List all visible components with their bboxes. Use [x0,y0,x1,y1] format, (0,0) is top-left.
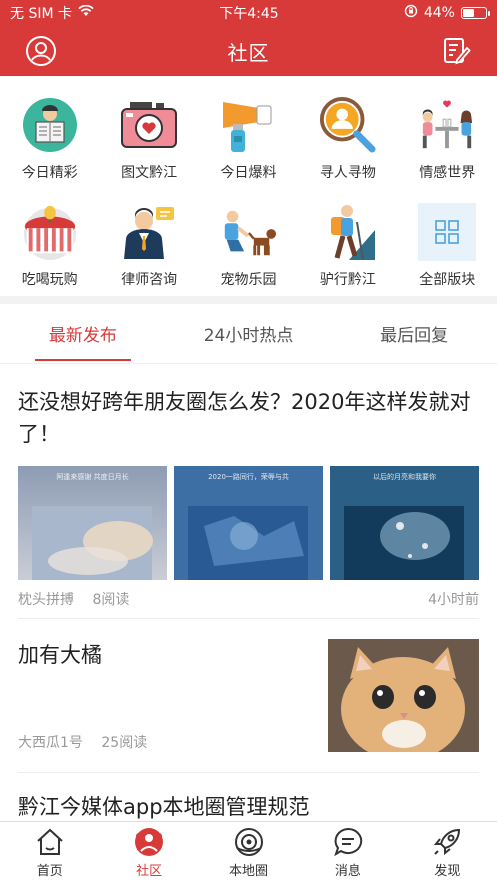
nav-label: 社区 [136,864,163,879]
home-icon [34,826,66,858]
category-label: 寻人寻物 [319,165,376,181]
category-all-sections[interactable]: 全部版块 [398,203,497,296]
post-title: 黔江今媒体app本地圈管理规范 [18,795,310,819]
feed-tabs: 最新发布 24小时热点 最后回复 [0,304,497,364]
post-title: 加有大橘 [18,643,102,667]
top-header: 社区 [0,26,497,76]
page-title: 社区 [227,40,270,65]
grid-icon [418,203,477,261]
thumbnail-caption: 以后的月亮和我要你 [373,473,436,481]
tab-last-reply[interactable]: 最后回复 [331,304,497,363]
nav-local-circle[interactable]: 本地圈 [199,822,298,883]
category-today-highlights[interactable]: 今日精彩 [0,96,99,189]
nav-label: 消息 [334,864,361,879]
pet-icon [219,203,277,261]
bottom-navigation: 首页 社区 本地圈 消息 发现 [0,821,497,883]
carrier-label: 无 SIM 卡 [10,6,72,22]
post-thumbnail[interactable]: 2020一路同行，荣辱与共 [174,466,323,580]
couple-icon [418,96,476,154]
category-label: 今日精彩 [21,165,78,181]
nav-label: 发现 [434,864,461,879]
post-thumbnails: 阿逢来感谢 共度日月长 2020一路同行，荣辱与共 以后的月亮和我要你 [18,466,479,580]
battery-percent: 44% [423,5,455,21]
category-today-news-tips[interactable]: 今日爆料 [199,96,298,189]
status-bar: 无 SIM 卡 下午4:45 44% [0,0,497,26]
category-label: 今日爆料 [220,165,277,181]
nav-home[interactable]: 首页 [0,822,99,883]
post-read-count: 25阅读 [101,735,148,751]
thumbnail-caption: 阿逢来感谢 共度日月长 [56,473,129,481]
category-pet-paradise[interactable]: 宠物乐园 [199,203,298,296]
nav-discover[interactable]: 发现 [398,822,497,883]
category-hiking-qianjiang[interactable]: 驴行黔江 [298,203,397,296]
battery-icon [460,7,490,19]
category-label: 吃喝玩购 [21,272,78,288]
category-label: 情感世界 [419,165,476,181]
post-thumbnail[interactable]: 以后的月亮和我要你 [330,466,479,580]
category-lawyer-consult[interactable]: 律师咨询 [99,203,198,296]
section-divider [0,296,497,304]
thumbnail-caption: 2020一路同行，荣辱与共 [208,473,289,481]
post-author[interactable]: 枕头拼搏 [18,592,74,608]
post-thumbnail[interactable] [328,639,479,752]
post-author[interactable]: 大西瓜1号 [18,735,83,751]
camera-icon [120,96,178,154]
category-label: 全部版块 [419,272,476,288]
tab-latest[interactable]: 最新发布 [0,304,166,363]
post-item[interactable]: 黔江今媒体app本地圈管理规范 [18,773,479,823]
post-item[interactable]: 加有大橘 大西瓜1号 25阅读 [18,619,479,773]
category-emotional-world[interactable]: 情感世界 [398,96,497,189]
category-eat-drink-play-shop[interactable]: 吃喝玩购 [0,203,99,296]
local-circle-icon [233,826,265,858]
post-time: 4小时前 [428,592,479,608]
reader-icon [21,96,79,154]
category-label: 律师咨询 [121,272,178,288]
search-person-icon [319,96,377,154]
nav-label: 首页 [36,864,63,879]
user-icon [26,36,56,66]
nav-label: 本地圈 [229,864,269,879]
profile-button[interactable] [24,34,58,68]
post-meta: 大西瓜1号 25阅读 [18,732,147,752]
message-icon [332,826,364,858]
community-icon [133,826,165,858]
edit-note-icon [444,38,471,65]
wifi-icon [78,4,94,21]
app-root: 无 SIM 卡 下午4:45 44% 社区 今日精彩 图文黔江 今日爆料 寻人寻… [0,0,497,883]
category-label: 宠物乐园 [220,272,277,288]
category-grid: 今日精彩 图文黔江 今日爆料 寻人寻物 情感世界 吃喝玩购 律师咨询 宠物乐园 … [0,76,497,296]
rotation-lock-icon [404,4,418,22]
post-item[interactable]: 还没想好跨年朋友圈怎么发？2020年这样发就对了！ 阿逢来感谢 共度日月长 20… [18,364,479,619]
tab-24h-hot[interactable]: 24小时热点 [166,304,332,363]
category-label: 驴行黔江 [319,272,376,288]
rocket-icon [431,826,463,858]
megaphone-icon [219,96,277,154]
status-time: 下午4:45 [219,6,279,22]
post-title: 还没想好跨年朋友圈怎么发？2020年这样发就对了！ [18,390,471,446]
nav-community[interactable]: 社区 [99,822,198,883]
category-lost-and-found[interactable]: 寻人寻物 [298,96,397,189]
post-thumbnail[interactable]: 阿逢来感谢 共度日月长 [18,466,167,580]
post-meta: 枕头拼搏 8阅读 4小时前 [18,580,479,618]
hiker-icon [319,203,377,261]
nav-messages[interactable]: 消息 [298,822,397,883]
shop-icon [21,203,79,261]
post-feed: 还没想好跨年朋友圈怎么发？2020年这样发就对了！ 阿逢来感谢 共度日月长 20… [0,364,497,823]
category-photo-qianjiang[interactable]: 图文黔江 [99,96,198,189]
lawyer-icon [120,203,178,261]
category-label: 图文黔江 [121,165,178,181]
post-read-count: 8阅读 [92,592,130,608]
compose-button[interactable] [439,34,473,68]
